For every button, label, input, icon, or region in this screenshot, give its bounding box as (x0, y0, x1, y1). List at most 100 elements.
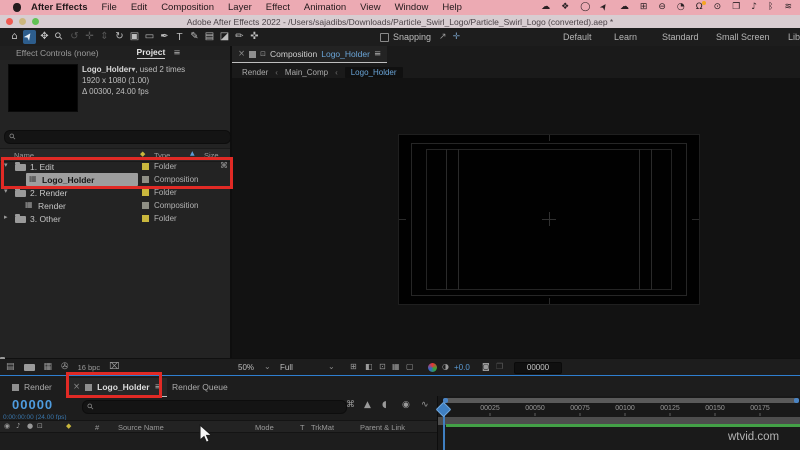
workspace-standard[interactable]: Standard (662, 32, 699, 42)
project-row-render-comp[interactable]: ▦ Render Composition (0, 199, 230, 212)
menu-file[interactable]: File (102, 2, 117, 13)
exposure-icon[interactable]: ◑ (442, 363, 449, 371)
zoom-tool[interactable]: ⚲ (53, 30, 66, 44)
pen-tool[interactable]: ✒ (158, 30, 171, 44)
tab-render-queue[interactable]: Render Queue (172, 378, 228, 396)
mini-flowchart-icon[interactable]: ⌘ (346, 401, 355, 410)
audio-icon[interactable]: ♪ (16, 423, 20, 430)
solo-icon[interactable]: ● (27, 423, 33, 430)
cursor-icon[interactable]: ➤ (598, 1, 611, 13)
menu-effect[interactable]: Effect (266, 2, 290, 13)
breadcrumb-render[interactable]: Render (242, 68, 268, 77)
workspace-learn[interactable]: Learn (614, 32, 637, 42)
selection-tool[interactable]: ➤ (22, 30, 36, 44)
notification-bell-icon[interactable]: Ω (696, 1, 706, 12)
interpret-footage-icon[interactable]: ▤ (6, 363, 15, 372)
menu-view[interactable]: View (360, 2, 380, 13)
eraser-tool[interactable]: ◪ (218, 30, 231, 44)
eye-icon[interactable]: ◉ (4, 423, 10, 430)
obs-icon[interactable]: ◯ (580, 3, 590, 12)
new-folder-icon[interactable] (23, 364, 35, 371)
hand-tool[interactable]: ✥ (38, 30, 51, 44)
home-tool[interactable]: ⌂ (8, 30, 21, 44)
snap-angle-icon[interactable]: ↗ (439, 32, 447, 42)
type-tool[interactable]: T (173, 30, 186, 44)
resolution-dropdown[interactable]: Full (280, 363, 293, 372)
time-navigator-bar[interactable] (445, 398, 797, 403)
creative-cloud-icon[interactable]: ☁ (620, 3, 629, 12)
graph-editor-icon[interactable]: ∿ (421, 401, 429, 410)
orbit-camera-tool[interactable]: ↺ (68, 30, 81, 44)
column-source-name[interactable]: Source Name (118, 423, 164, 432)
menu-composition[interactable]: Composition (161, 2, 214, 13)
menu-help[interactable]: Help (442, 2, 462, 13)
exposure-value[interactable]: +0.0 (454, 363, 470, 372)
rotation-tool[interactable]: ↻ (113, 30, 126, 44)
composition-viewer[interactable] (232, 78, 800, 358)
puppet-pin-tool[interactable]: ✜ (248, 30, 261, 44)
screen-record-icon[interactable]: ⊙ (714, 3, 722, 12)
tab-project[interactable]: Project (136, 47, 166, 59)
clock-icon[interactable]: ◔ (677, 3, 685, 12)
column-trkmat[interactable]: TrkMat (311, 423, 334, 432)
show-snapshot-icon[interactable]: ❐ (496, 363, 503, 371)
chevron-right-icon[interactable]: ▸ (4, 214, 8, 221)
column-mode[interactable]: Mode (255, 423, 274, 432)
menu-edit[interactable]: Edit (131, 2, 147, 13)
brush-tool[interactable]: ✎ (188, 30, 201, 44)
bit-depth-label[interactable]: 16 bpc (78, 363, 101, 372)
pan-behind-tool[interactable]: ▣ (128, 30, 141, 44)
composition-tab[interactable]: × ⊡ Composition Logo_Holder ≡ (232, 46, 388, 63)
column-parent-link[interactable]: Parent & Link (360, 423, 405, 432)
shy-layers-icon[interactable]: ◖ (382, 401, 387, 410)
new-composition-icon[interactable]: ▦ (44, 363, 53, 372)
timeline-search-input[interactable]: ⚲ (82, 400, 347, 414)
menu-layer[interactable]: Layer (228, 2, 252, 13)
viewer-timecode[interactable]: 00000 (514, 362, 562, 374)
motion-blur-icon[interactable]: ◉ (402, 401, 410, 410)
workspace-libraries[interactable]: Lib (788, 32, 800, 42)
bluetooth-icon[interactable]: ᛒ (768, 3, 773, 12)
label-color-swatch[interactable] (142, 189, 149, 196)
current-time-display[interactable]: 00000 (12, 397, 53, 412)
pixel-aspect-icon[interactable]: ▢ (406, 363, 414, 371)
window-stack-icon[interactable]: ❐ (732, 3, 740, 12)
snapshot-camera-icon[interactable]: ◙ (482, 363, 490, 371)
panel-menu-icon[interactable]: ≡ (374, 50, 381, 59)
roto-brush-tool[interactable]: ✏ (233, 30, 246, 44)
breadcrumb-logo-holder[interactable]: Logo_Holder (344, 66, 403, 78)
current-time-indicator-handle[interactable] (435, 401, 452, 418)
chevron-down-icon[interactable]: ▾ (4, 188, 8, 195)
project-settings-icon[interactable]: ✇ (61, 363, 69, 372)
pan-camera-tool[interactable]: ✛ (83, 30, 96, 44)
snap-grid-icon[interactable]: ✛ (453, 32, 461, 42)
lock-column-icon[interactable]: ⊡ (37, 423, 43, 430)
navigator-end-handle[interactable] (794, 398, 799, 403)
mask-visibility-icon[interactable]: ◧ (365, 363, 373, 371)
wifi-icon[interactable]: ≋ (784, 3, 792, 12)
clone-stamp-tool[interactable]: ▤ (203, 30, 216, 44)
close-tab-icon[interactable]: × (238, 50, 245, 59)
volume-icon[interactable]: ♪ (751, 3, 757, 12)
project-row-other-folder[interactable]: ▸ 3. Other Folder (0, 212, 230, 225)
project-search-input[interactable]: ⚲ (4, 130, 231, 144)
shape-tool[interactable]: ▭ (143, 30, 156, 44)
column-number[interactable]: # (95, 423, 99, 432)
docker-icon[interactable]: ⊞ (640, 3, 648, 12)
menu-after-effects[interactable]: After Effects (31, 2, 88, 13)
lock-icon[interactable]: ⊡ (260, 50, 266, 58)
snapping-checkbox[interactable] (380, 32, 389, 42)
region-of-interest-icon[interactable]: ⊡ (379, 363, 386, 371)
tab-render-timeline[interactable]: Render (0, 378, 52, 396)
panel-menu-icon[interactable]: ≡ (173, 49, 180, 58)
grid-guides-icon[interactable]: ⊞ (350, 363, 357, 371)
trash-icon[interactable]: ⌧ (109, 363, 119, 372)
menu-animation[interactable]: Animation (304, 2, 346, 13)
label-color-swatch[interactable] (142, 202, 149, 209)
draft-3d-icon[interactable]: ▲ (364, 401, 371, 410)
breadcrumb-main-comp[interactable]: Main_Comp (285, 68, 328, 77)
transparency-grid-icon[interactable]: ▦ (392, 363, 400, 371)
menu-window[interactable]: Window (395, 2, 429, 13)
workspace-default[interactable]: Default (563, 32, 592, 42)
magnification-dropdown[interactable]: 50% (238, 363, 254, 372)
